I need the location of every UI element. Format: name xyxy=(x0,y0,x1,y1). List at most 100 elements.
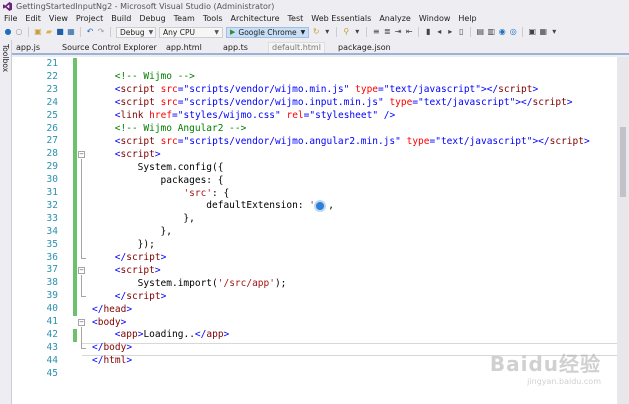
collapse-region-icon[interactable]: − xyxy=(78,319,85,326)
platform-dropdown[interactable]: Any CPU ▼ xyxy=(159,26,223,38)
menu-help[interactable]: Help xyxy=(458,14,476,23)
code-line[interactable]: <script src="scripts/vendor/wijmo.input.… xyxy=(115,97,573,109)
code-line[interactable]: <script src="scripts/vendor/wijmo.min.js… xyxy=(115,84,538,96)
code-token: script xyxy=(532,97,567,109)
code-line[interactable]: <script src="scripts/vendor/wijmo.angula… xyxy=(115,136,590,148)
redo-icon[interactable]: ↷ xyxy=(97,28,105,36)
browser-link-icon[interactable]: ▾ xyxy=(323,28,331,36)
align-icon[interactable]: ≣ xyxy=(383,28,391,36)
bookmark-icon[interactable]: ▮ xyxy=(424,28,432,36)
menu-web-essentials[interactable]: Web Essentials xyxy=(311,14,371,23)
outdent-icon[interactable]: ⇤ xyxy=(405,28,413,36)
code-line[interactable]: System.import('/src/app'); xyxy=(115,278,287,290)
back-icon[interactable]: ● xyxy=(4,28,12,36)
code-line[interactable]: }); xyxy=(115,239,155,251)
code-token: rel xyxy=(286,110,304,122)
scrollbar-thumb[interactable] xyxy=(620,127,626,197)
code-line[interactable]: </body> xyxy=(92,342,132,354)
code-token: =" xyxy=(177,97,190,109)
menu-tools[interactable]: Tools xyxy=(203,14,223,23)
code-line[interactable]: <script> xyxy=(115,149,161,161)
code-line[interactable]: <script> xyxy=(115,265,161,277)
toolbox-label: Toolbox xyxy=(1,44,10,73)
open-file-icon[interactable]: ▰ xyxy=(45,28,53,36)
code-line[interactable]: <!-- Wijmo Angular2 --> xyxy=(115,123,247,135)
start-debugging-button[interactable]: ▶ Google Chrome ▼ xyxy=(226,26,310,38)
menu-build[interactable]: Build xyxy=(111,14,131,23)
next-bookmark-icon[interactable]: ▸ xyxy=(446,28,454,36)
toolbar-overflow-icon[interactable]: ▾ xyxy=(550,28,558,36)
menu-window[interactable]: Window xyxy=(419,14,451,23)
code-line[interactable]: </script> xyxy=(115,291,167,303)
menu-file[interactable]: File xyxy=(4,14,17,23)
menu-edit[interactable]: Edit xyxy=(25,14,41,23)
tab-package-json[interactable]: package.json xyxy=(338,43,391,52)
code-line[interactable]: System.config({ xyxy=(115,162,224,174)
code-token: script xyxy=(126,252,161,263)
code-line[interactable]: <body> xyxy=(92,317,126,329)
code-line[interactable]: defaultExtension: ' xyxy=(115,200,315,212)
code-token: body xyxy=(97,316,121,328)
toolbar-divider xyxy=(336,27,338,37)
tab-source-control-explorer[interactable]: Source Control Explorer xyxy=(62,43,157,52)
menu-debug[interactable]: Debug xyxy=(139,14,165,23)
code-token: src xyxy=(160,84,178,96)
code-token: text/javascript xyxy=(440,135,527,147)
forward-icon[interactable]: ○ xyxy=(15,28,23,36)
indent-icon[interactable]: ⇥ xyxy=(394,28,402,36)
properties-icon[interactable]: ▣ xyxy=(528,28,536,36)
code-token: ); xyxy=(274,277,287,289)
title-bar: GettingStartedInputNg2 - Microsoft Visua… xyxy=(0,0,629,12)
code-token: =" xyxy=(172,110,184,122)
undo-icon[interactable]: ↶ xyxy=(86,28,94,36)
menu-test[interactable]: Test xyxy=(288,14,304,23)
code-token: scripts/vendor/wijmo.angular2.min.js xyxy=(189,135,396,147)
comment-icon[interactable]: ▤ xyxy=(476,28,484,36)
code-line[interactable]: <!-- Wijmo --> xyxy=(115,71,195,83)
code-line[interactable]: 'src': { xyxy=(115,188,229,200)
save-icon[interactable]: ■ xyxy=(56,28,64,36)
tab-app-ts[interactable]: app.ts xyxy=(223,43,248,52)
save-all-icon[interactable]: ▦ xyxy=(67,28,75,36)
toolbar-divider xyxy=(470,27,472,37)
code-line[interactable]: </script> xyxy=(115,252,167,264)
document-tabs: app.js Source Control Explorer app.html … xyxy=(12,40,629,55)
vertical-scrollbar[interactable] xyxy=(617,57,629,404)
menu-analyze[interactable]: Analyze xyxy=(379,14,411,23)
configuration-dropdown[interactable]: Debug ▼ xyxy=(116,26,156,38)
toolbar-divider xyxy=(366,27,368,37)
menu-team[interactable]: Team xyxy=(174,14,195,23)
menu-view[interactable]: View xyxy=(49,14,68,23)
code-line[interactable]: packages: { xyxy=(115,175,224,187)
code-line[interactable]: <link href="styles/wijmo.css" rel="style… xyxy=(115,110,395,122)
uncomment-icon[interactable]: ▥ xyxy=(487,28,495,36)
view-icon[interactable]: ◉ xyxy=(498,28,506,36)
settings-icon[interactable]: ▦ xyxy=(539,28,547,36)
menu-architecture[interactable]: Architecture xyxy=(231,14,280,23)
fold-guide xyxy=(81,159,82,259)
find-icon[interactable]: ⚲ xyxy=(342,28,350,36)
collapse-region-icon[interactable]: − xyxy=(78,151,85,159)
refresh-icon[interactable]: ↻ xyxy=(312,28,320,36)
code-token: </ xyxy=(92,303,104,315)
code-line[interactable]: </head> xyxy=(92,304,132,316)
code-token: }, xyxy=(114,213,195,225)
code-line[interactable]: }, xyxy=(114,213,195,225)
clear-bookmarks-icon[interactable]: ▯ xyxy=(457,28,465,36)
browser-icon[interactable]: ◎ xyxy=(509,28,517,36)
menu-project[interactable]: Project xyxy=(76,14,103,23)
tab-default-html[interactable]: default.html xyxy=(268,42,325,53)
toolbox-panel[interactable]: Toolbox xyxy=(0,40,12,404)
line-number: 29 xyxy=(46,161,58,173)
collapse-region-icon[interactable]: − xyxy=(78,267,85,275)
prev-bookmark-icon[interactable]: ◂ xyxy=(435,28,443,36)
code-line[interactable]: }, xyxy=(115,226,172,238)
toolbar-options-icon[interactable]: ▾ xyxy=(353,28,361,36)
code-line[interactable]: <app>Loading..</app> xyxy=(115,329,229,341)
code-token: styles/wijmo.css xyxy=(183,110,276,122)
new-project-icon[interactable]: ▣ xyxy=(34,28,42,36)
format-icon[interactable]: ≡ xyxy=(372,28,380,36)
code-line[interactable]: </html> xyxy=(92,355,132,367)
tab-app-js[interactable]: app.js xyxy=(16,43,40,52)
tab-app-html[interactable]: app.html xyxy=(166,43,202,52)
